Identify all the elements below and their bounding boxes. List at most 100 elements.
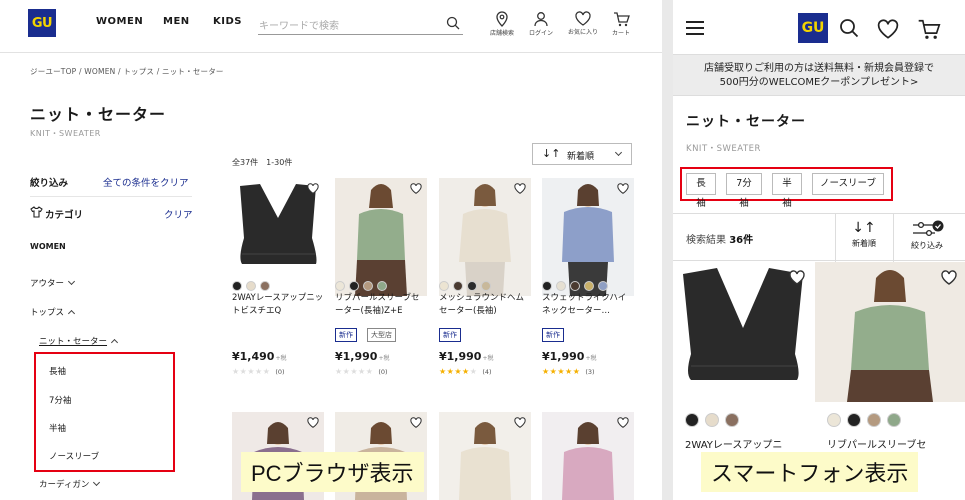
star-icon: ★ — [454, 367, 463, 376]
star-icon: ★ — [255, 367, 263, 376]
outer-label: アウター — [30, 279, 65, 289]
gu-logo[interactable]: GU — [28, 9, 56, 37]
color-swatches[interactable] — [542, 276, 612, 291]
product-name[interactable]: リブパールスリーブセ — [827, 436, 926, 451]
product-image[interactable] — [439, 412, 531, 500]
favorite-heart-icon[interactable] — [410, 417, 422, 428]
favorite-heart-icon[interactable] — [514, 417, 526, 428]
chip-three-quarter-sleeve[interactable]: 7分袖 — [726, 173, 762, 209]
subcategory-long-sleeve[interactable]: 長袖 — [49, 365, 66, 377]
star-icon: ★ — [262, 367, 271, 376]
color-swatch[interactable] — [377, 281, 387, 291]
product-image[interactable] — [542, 412, 634, 500]
clear-category-link[interactable]: クリア — [164, 207, 193, 221]
rating-stars: ★★★★★ — [335, 367, 373, 376]
color-swatch[interactable] — [363, 281, 373, 291]
sort-select[interactable]: ↓↑ 新着順 — [532, 143, 632, 165]
nav-kids[interactable]: KIDS — [213, 16, 242, 27]
color-swatches[interactable] — [827, 412, 907, 431]
product-price: ¥1,990+税 — [439, 350, 493, 363]
clear-all-filters-link[interactable]: 全ての条件をクリア — [103, 175, 189, 189]
login-button[interactable]: ログイン — [523, 11, 559, 37]
favorite-heart-icon[interactable] — [941, 270, 957, 285]
color-swatch[interactable] — [246, 281, 256, 291]
color-swatch[interactable] — [685, 413, 699, 427]
color-swatch[interactable] — [260, 281, 270, 291]
cardigan-category-toggle[interactable]: カーディガン — [39, 478, 101, 490]
color-swatch[interactable] — [598, 281, 608, 291]
subcategory-short-sleeve[interactable]: 半袖 — [49, 422, 66, 434]
color-swatch[interactable] — [867, 413, 881, 427]
favorite-heart-icon[interactable] — [617, 183, 629, 194]
large-store-badge: 大型店 — [367, 328, 396, 342]
search-placeholder: キーワードで検索 — [259, 21, 339, 32]
chevron-down-icon — [614, 148, 623, 157]
color-swatch[interactable] — [439, 281, 449, 291]
chip-long-sleeve[interactable]: 長袖 — [686, 173, 716, 209]
color-swatch[interactable] — [725, 413, 739, 427]
product-name[interactable]: メッシュラウンドヘムセーター(長袖) — [439, 292, 531, 318]
product-image[interactable] — [815, 262, 965, 402]
results-toolbar: 検索結果 36件 ↓↑ 新着順 絞り込み — [673, 213, 965, 262]
color-swatch[interactable] — [827, 413, 841, 427]
nav-women[interactable]: WOMEN — [96, 16, 143, 27]
color-swatch[interactable] — [556, 281, 566, 291]
color-swatch[interactable] — [453, 281, 463, 291]
favorite-heart-icon[interactable] — [514, 183, 526, 194]
tax-note: +税 — [378, 355, 390, 362]
color-swatch[interactable] — [335, 281, 345, 291]
favorites-label: お気に入り — [567, 29, 598, 36]
color-swatch[interactable] — [481, 281, 491, 291]
favorite-heart-icon[interactable] — [307, 417, 319, 428]
rating-stars: ★★★★★ — [439, 367, 477, 376]
chip-sleeveless[interactable]: ノースリーブ — [812, 173, 884, 195]
chip-short-sleeve[interactable]: 半袖 — [772, 173, 802, 209]
color-swatch[interactable] — [467, 281, 477, 291]
color-swatch[interactable] — [847, 413, 861, 427]
product-image[interactable] — [673, 262, 813, 402]
favorite-heart-icon[interactable] — [789, 270, 805, 285]
favorite-heart-icon[interactable] — [410, 183, 422, 194]
color-swatches[interactable] — [685, 412, 745, 431]
sort-button[interactable]: ↓↑ 新着順 — [836, 220, 892, 249]
star-icon: ★ — [232, 367, 240, 376]
outer-category-toggle[interactable]: アウター — [30, 277, 76, 289]
gu-logo[interactable]: GU — [798, 13, 828, 43]
breadcrumb[interactable]: ジーユーTOP / WOMEN / トップス / ニット・セーター — [30, 66, 224, 77]
nav-men[interactable]: MEN — [163, 16, 190, 27]
favorite-heart-icon[interactable] — [617, 417, 629, 428]
cart-icon[interactable] — [917, 18, 941, 40]
store-search-button[interactable]: 店舗検索 — [484, 11, 520, 37]
color-swatches[interactable] — [232, 276, 274, 291]
color-swatches[interactable] — [335, 276, 391, 291]
smartphone-panel: GU 店舗受取りご利用の方は送料無料・新規会員登録で 500円分のWELCOME… — [673, 0, 965, 500]
tops-category-toggle[interactable]: トップス — [30, 306, 76, 318]
filter-button[interactable]: 絞り込み — [897, 220, 957, 251]
promo-banner[interactable]: 店舗受取りご利用の方は送料無料・新規会員登録で 500円分のWELCOMEクーポ… — [673, 54, 965, 96]
search-icon[interactable] — [839, 18, 859, 38]
new-badge: 新作 — [542, 328, 564, 342]
product-name[interactable]: リブパールスリーブセーター(長袖)Z+E — [335, 292, 427, 318]
color-swatch[interactable] — [542, 281, 552, 291]
color-swatch[interactable] — [887, 413, 901, 427]
search-icon[interactable] — [446, 16, 460, 30]
color-swatches[interactable] — [439, 276, 495, 291]
color-swatch[interactable] — [570, 281, 580, 291]
color-swatch[interactable] — [232, 281, 242, 291]
hamburger-menu-icon[interactable] — [686, 21, 704, 35]
color-swatch[interactable] — [349, 281, 359, 291]
heart-icon[interactable] — [877, 19, 899, 39]
favorite-heart-icon[interactable] — [307, 183, 319, 194]
color-swatch[interactable] — [584, 281, 594, 291]
color-swatch[interactable] — [705, 413, 719, 427]
subcategory-sleeveless[interactable]: ノースリーブ — [49, 450, 99, 462]
search-input[interactable]: キーワードで検索 — [258, 14, 463, 35]
cart-button[interactable]: カート — [603, 11, 639, 37]
subcategory-three-quarter-sleeve[interactable]: 7分袖 — [49, 394, 71, 406]
knit-sweater-category-toggle[interactable]: ニット・セーター — [39, 335, 119, 347]
product-name[interactable]: 2WAYレースアップニットビスチエQ — [232, 292, 324, 318]
product-name[interactable]: 2WAYレースアップニ — [685, 436, 782, 451]
page-title: ニット・セーター — [686, 114, 806, 130]
product-name[interactable]: スウェットライクハイネックセーター… — [542, 292, 634, 318]
favorites-button[interactable]: お気に入り — [565, 11, 601, 36]
